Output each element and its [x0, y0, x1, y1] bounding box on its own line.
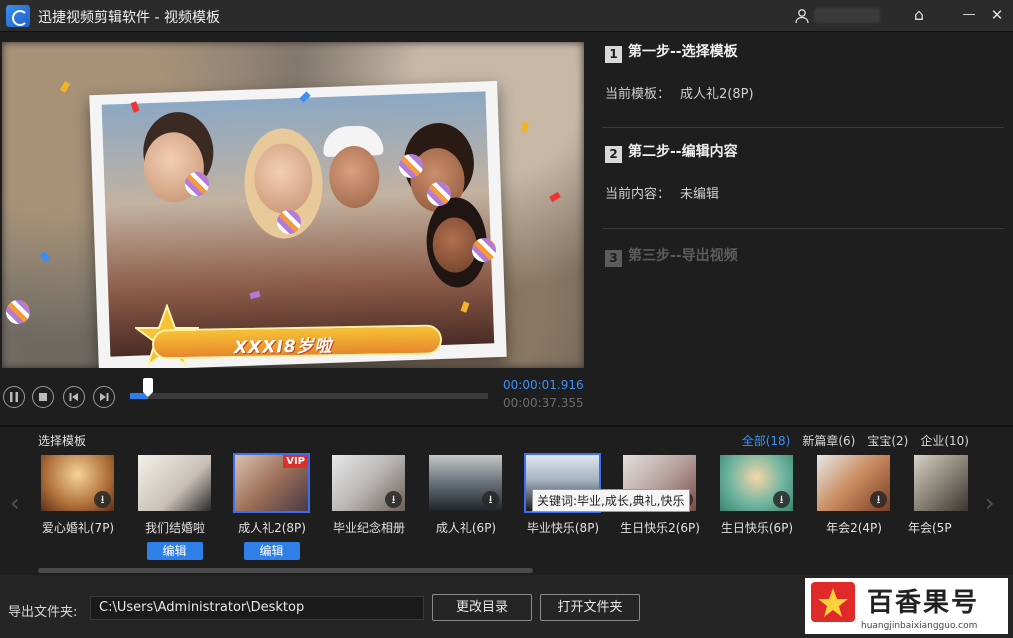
- stop-button[interactable]: [32, 386, 54, 408]
- template-scrollbar[interactable]: [38, 568, 533, 573]
- template-name: 年会(5P: [908, 521, 952, 535]
- template-name: 毕业快乐(8P): [526, 521, 600, 535]
- app-title: 迅捷视频剪辑软件 - 视频模板: [38, 10, 220, 26]
- step3-number: 3: [605, 250, 622, 267]
- step1-number: 1: [605, 46, 622, 63]
- edit-button[interactable]: 编辑: [243, 542, 300, 560]
- home-icon[interactable]: ⌂: [908, 4, 930, 26]
- download-icon[interactable]: ⭳: [773, 491, 790, 508]
- current-template-label: 当前模板：: [605, 87, 671, 102]
- change-directory-button[interactable]: 更改目录: [432, 594, 532, 621]
- title-bar: 迅捷视频剪辑软件 - 视频模板 ⌂ — ✕: [0, 0, 1013, 32]
- step1-heading: 1 第一步--选择模板: [605, 41, 738, 63]
- current-time: 00:00:01.916: [503, 378, 584, 392]
- watermark-logo-icon: [811, 582, 855, 622]
- template-name: 爱心婚礼(7P): [41, 521, 115, 535]
- template-item[interactable]: ⭳ 爱心婚礼(7P): [39, 453, 116, 536]
- export-path-field[interactable]: C:\Users\Administrator\Desktop: [90, 596, 424, 620]
- template-name: 成人礼2(8P): [238, 521, 306, 535]
- template-name: 生日快乐2(6P): [620, 521, 700, 535]
- download-icon[interactable]: ⭳: [385, 491, 402, 508]
- step2-heading: 2 第二步--编辑内容: [605, 141, 738, 163]
- current-template-value: 成人礼2(8P): [680, 87, 754, 102]
- prev-frame-button[interactable]: [63, 386, 85, 408]
- user-name-blurred[interactable]: [814, 8, 880, 23]
- download-icon[interactable]: ⭳: [870, 491, 887, 508]
- template-item[interactable]: 我们结婚啦 编辑: [136, 453, 213, 560]
- download-icon[interactable]: ⭳: [94, 491, 111, 508]
- chevron-left-icon[interactable]: ‹: [10, 489, 20, 517]
- template-item[interactable]: ⭳ 生日快乐(6P): [718, 453, 795, 536]
- template-name: 年会2(4P): [826, 521, 882, 535]
- filter-baby[interactable]: 宝宝(2): [867, 432, 908, 449]
- title-banner: XXXI8岁啦: [151, 324, 443, 360]
- template-section-title: 选择模板: [38, 434, 87, 448]
- filter-enterprise[interactable]: 企业(10): [920, 432, 969, 449]
- chevron-right-icon[interactable]: ›: [985, 489, 995, 517]
- banner-text: XXXI8岁啦: [233, 336, 333, 359]
- step2-title: 第二步--编辑内容: [628, 144, 738, 160]
- divider: [602, 127, 1004, 128]
- template-filters: 全部(18) 新篇章(6) 宝宝(2) 企业(10): [742, 432, 969, 449]
- template-name: 毕业纪念相册: [332, 521, 405, 535]
- total-time: 00:00:37.355: [503, 396, 584, 410]
- vip-badge: VIP: [283, 455, 308, 468]
- template-name: 成人礼(6P): [435, 521, 497, 535]
- step1-title: 第一步--选择模板: [628, 44, 738, 60]
- steps-panel: 1 第一步--选择模板 当前模板： 成人礼2(8P) 2 第二步--编辑内容 当前内…: [594, 32, 1013, 424]
- template-name: 我们结婚啦: [144, 521, 205, 535]
- divider: [602, 228, 1004, 229]
- video-preview[interactable]: XXXI8岁啦: [2, 42, 584, 368]
- app-logo-icon: [6, 5, 30, 27]
- template-item[interactable]: 年会(5P: [908, 453, 970, 536]
- edit-button[interactable]: 编辑: [146, 542, 203, 560]
- current-content-label: 当前内容：: [605, 187, 671, 202]
- download-icon[interactable]: ⭳: [482, 491, 499, 508]
- template-item[interactable]: ⭳ 毕业纪念相册: [330, 453, 407, 536]
- current-content-value: 未编辑: [680, 187, 720, 202]
- step3-title: 第三步--导出视频: [628, 248, 738, 264]
- step3-heading: 3 第三步--导出视频: [605, 245, 738, 267]
- template-section: 选择模板 全部(18) 新篇章(6) 宝宝(2) 企业(10) ‹ › ⭳ 爱心…: [0, 425, 1013, 573]
- template-item-selected[interactable]: VIP 成人礼2(8P) 编辑: [233, 453, 310, 560]
- filter-all[interactable]: 全部(18): [742, 432, 791, 449]
- watermark-url: huangjinbaixiangguo.com: [861, 621, 978, 631]
- export-folder-label: 导出文件夹:: [8, 605, 78, 620]
- filter-new-chapter[interactable]: 新篇章(6): [802, 432, 855, 449]
- open-folder-button[interactable]: 打开文件夹: [540, 594, 640, 621]
- user-icon[interactable]: [795, 8, 809, 24]
- timeline-track[interactable]: [130, 393, 488, 399]
- template-item[interactable]: ⭳ 成人礼(6P): [427, 453, 504, 536]
- pause-button[interactable]: [3, 386, 25, 408]
- template-name: 生日快乐(6P): [720, 521, 794, 535]
- template-tooltip: 关键词:毕业,成长,典礼,快乐: [532, 489, 690, 512]
- minimize-button[interactable]: —: [958, 4, 980, 26]
- timeline-handle[interactable]: [143, 378, 153, 397]
- template-item[interactable]: ⭳ 年会2(4P): [815, 453, 892, 536]
- watermark: 百香果号 huangjinbaixiangguo.com: [805, 578, 1008, 634]
- next-frame-button[interactable]: [93, 386, 115, 408]
- step2-number: 2: [605, 146, 622, 163]
- close-button[interactable]: ✕: [986, 4, 1008, 26]
- watermark-title: 百香果号: [867, 588, 980, 618]
